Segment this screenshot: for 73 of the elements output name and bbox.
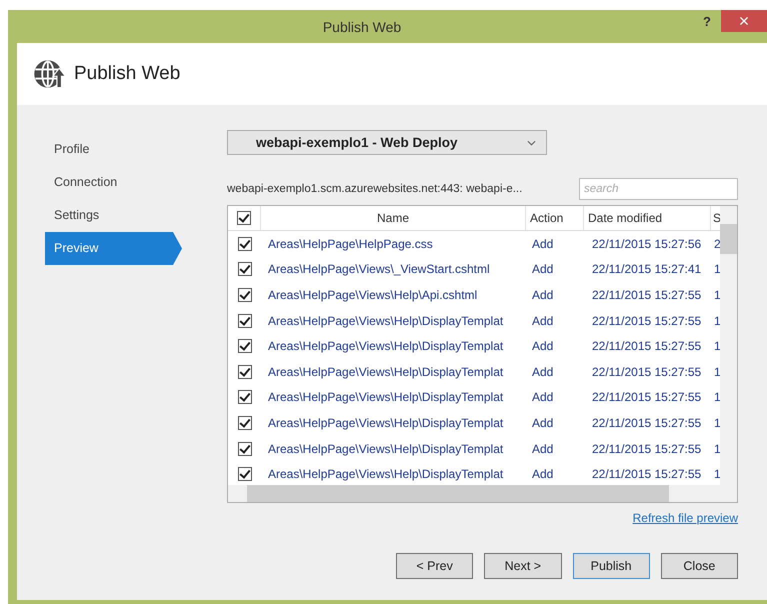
date-cell-text: 22/11/2015 15:27:55	[591, 390, 702, 404]
row-checkbox[interactable]	[238, 364, 252, 379]
row-checkbox[interactable]	[238, 236, 252, 251]
dialog-button[interactable]: < Prev	[396, 553, 474, 579]
vertical-scrollbar[interactable]	[720, 206, 737, 485]
action-cell-text: Add	[531, 416, 554, 430]
row-checkbox[interactable]	[238, 442, 252, 456]
dialog-button[interactable]: Close	[660, 553, 738, 579]
row-checkbox[interactable]	[238, 262, 252, 276]
horizontal-scrollbar[interactable]	[228, 485, 737, 502]
action-cell-text: Add	[531, 236, 554, 251]
size-cell-text: 1	[713, 288, 722, 302]
file-path-cell-text: Areas\HelpPage\Views\Help\DisplayTemplat	[267, 339, 504, 354]
date-cell-text: 22/11/2015 15:27:56	[591, 236, 702, 251]
action-cell-text: Add	[531, 339, 554, 354]
row-checkbox[interactable]	[238, 314, 252, 328]
date-cell-text: 22/11/2015 15:27:55	[591, 364, 702, 379]
window-title: Publish Web	[322, 18, 402, 34]
size-cell-text: 1	[713, 467, 722, 482]
column-header[interactable]: Date modified	[584, 206, 711, 230]
size-cell-text: 1	[713, 390, 722, 404]
sidebar-item[interactable]: Settings	[45, 199, 191, 232]
file-path-cell-text: Areas\HelpPage\Views\Help\Api.cshtml	[267, 288, 478, 302]
file-path-cell-text: Areas\HelpPage\Views\Help\DisplayTemplat	[267, 314, 504, 328]
action-cell-text: Add	[531, 314, 554, 328]
file-path-cell-text: Areas\HelpPage\Views\Help\DisplayTemplat	[267, 442, 504, 456]
date-cell-text: 22/11/2015 15:27:55	[591, 442, 702, 456]
size-cell-text: 1	[713, 416, 722, 430]
row-checkbox[interactable]	[238, 416, 252, 430]
date-cell-text: 22/11/2015 15:27:41	[591, 262, 702, 276]
size-cell-text: 1	[713, 339, 722, 354]
size-cell-text: 2	[713, 236, 722, 251]
file-path-cell-text: Areas\HelpPage\Views\Help\DisplayTemplat	[267, 364, 504, 379]
close-button[interactable]: ×	[721, 10, 767, 32]
file-path-cell-text: Areas\HelpPage\Views\Help\DisplayTemplat	[267, 467, 504, 482]
size-cell-text: 1	[713, 364, 722, 379]
chevron-down-icon	[527, 140, 536, 146]
help-button[interactable]: ?	[697, 12, 717, 31]
file-path-cell-text: Areas\HelpPage\Views\Help\DisplayTemplat	[267, 416, 504, 430]
size-cell-text: 1	[713, 442, 722, 456]
header-title: Publish Web	[74, 63, 180, 85]
file-path-cell-text: Areas\HelpPage\HelpPage.css	[267, 236, 434, 251]
column-header[interactable]: Action	[526, 206, 584, 230]
row-checkbox[interactable]	[238, 390, 252, 404]
size-cell-text: 1	[713, 314, 722, 328]
action-cell-text: Add	[531, 467, 554, 482]
action-cell-text: Add	[531, 442, 554, 456]
sidebar-item[interactable]: Preview	[45, 232, 182, 265]
action-cell-text: Add	[531, 390, 554, 404]
action-cell-text: Add	[531, 262, 554, 276]
date-cell-text: 22/11/2015 15:27:55	[591, 314, 702, 328]
connection-info: webapi-exemplo1.scm.azurewebsites.net:443: webapi-e...	[227, 183, 522, 195]
select-all-checkbox[interactable]	[237, 211, 251, 225]
sidebar-item[interactable]: Profile	[45, 133, 191, 166]
action-cell-text: Add	[531, 364, 554, 379]
row-checkbox[interactable]	[238, 339, 252, 354]
file-path-cell-text: Areas\HelpPage\Views\Help\DisplayTemplat	[267, 390, 504, 404]
profile-dropdown[interactable]: webapi-exemplo1 - Web Deploy	[227, 130, 547, 155]
sidebar-item[interactable]: Connection	[45, 166, 191, 199]
action-cell-text: Add	[531, 288, 554, 302]
dialog-button[interactable]: Publish	[572, 553, 650, 579]
date-cell-text: 22/11/2015 15:27:55	[591, 416, 702, 430]
row-checkbox[interactable]	[238, 288, 252, 302]
dialog-button[interactable]: Next >	[484, 553, 562, 579]
search-field[interactable]: search	[579, 178, 738, 200]
date-cell-text: 22/11/2015 15:27:55	[591, 467, 702, 482]
size-cell-text: 1	[713, 262, 722, 276]
column-header[interactable]: Name	[261, 206, 526, 230]
date-cell-text: 22/11/2015 15:27:55	[591, 288, 702, 302]
refresh-link[interactable]: Refresh file preview	[632, 511, 738, 525]
row-checkbox[interactable]	[238, 467, 252, 482]
file-path-cell-text: Areas\HelpPage\Views\_ViewStart.cshtml	[267, 262, 491, 276]
date-cell-text: 22/11/2015 15:27:55	[591, 339, 702, 354]
